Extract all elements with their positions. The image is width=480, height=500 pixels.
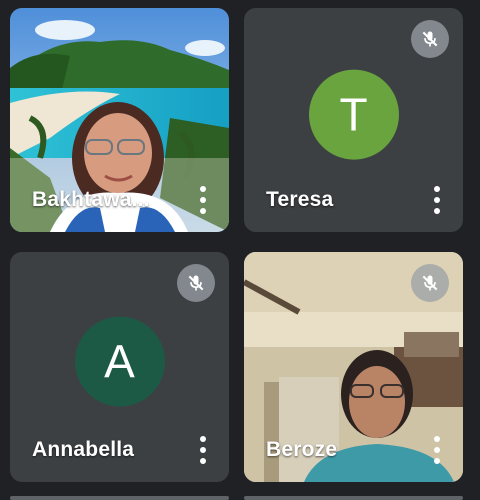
more-vert-icon[interactable]	[199, 436, 207, 464]
mic-off-icon	[411, 20, 449, 58]
participant-name: Annabella	[32, 438, 135, 461]
more-vert-icon[interactable]	[433, 436, 441, 464]
avatar: T	[308, 69, 399, 160]
mic-off-icon	[411, 264, 449, 302]
participant-tile-annabella[interactable]: A Annabella	[10, 252, 229, 482]
next-row-tile-edge	[10, 496, 229, 500]
participant-tile-beroze[interactable]: Beroze	[244, 252, 463, 482]
mic-off-icon	[177, 264, 215, 302]
participant-name: Bakhtawa...	[32, 188, 150, 211]
next-row-tile-edge	[244, 496, 463, 500]
avatar: A	[74, 316, 165, 407]
more-vert-icon[interactable]	[433, 186, 441, 214]
participant-name: Teresa	[266, 188, 334, 211]
participant-tile-teresa[interactable]: T Teresa	[244, 8, 463, 232]
participant-name: Beroze	[266, 438, 338, 461]
participant-tile-bakhtawar[interactable]: Bakhtawa...	[10, 8, 229, 232]
more-vert-icon[interactable]	[199, 186, 207, 214]
